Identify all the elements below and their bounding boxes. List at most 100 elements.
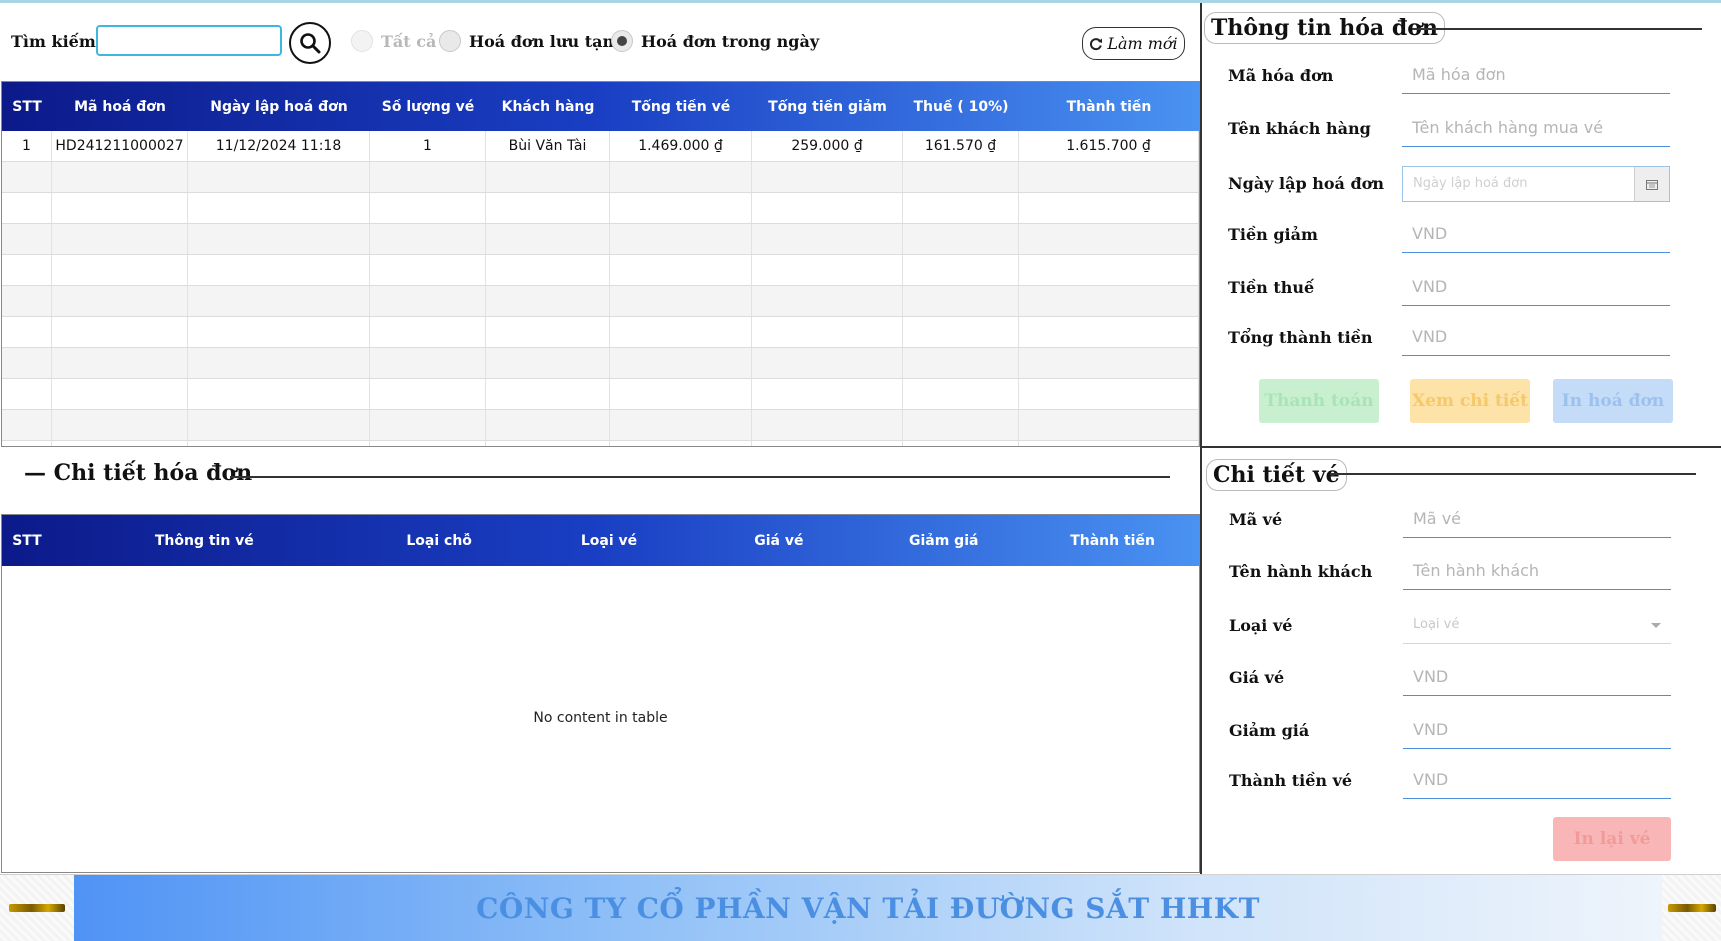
invoice-date-picker[interactable]: Ngày lập hoá đơn	[1402, 166, 1670, 202]
ticket-field-input[interactable]: Tên hành khách	[1403, 554, 1671, 590]
table-cell	[752, 193, 903, 223]
column-header[interactable]: Mã hoá đơn	[52, 99, 188, 115]
column-header[interactable]: Ngày lập hoá đơn	[188, 99, 370, 115]
table-cell	[2, 348, 52, 378]
table-cell	[52, 286, 188, 316]
table-row[interactable]	[2, 379, 1199, 410]
ticket-type-select[interactable]: Loại vé	[1403, 608, 1671, 644]
column-header[interactable]: Thành tiền	[1019, 99, 1199, 115]
table-row[interactable]	[2, 193, 1199, 224]
table-cell	[752, 441, 903, 446]
table-cell	[486, 162, 610, 192]
table-cell: 1.469.000 ₫	[610, 131, 752, 161]
radio-all-indicator	[351, 30, 373, 52]
table-row[interactable]	[2, 224, 1199, 255]
view-detail-button[interactable]: Xem chi tiết	[1410, 379, 1530, 423]
invoice-field-input[interactable]: Tên khách hàng mua vé	[1402, 111, 1670, 147]
radio-today-label: Hoá đơn trong ngày	[641, 31, 820, 51]
table-row[interactable]	[2, 255, 1199, 286]
table-row[interactable]	[2, 317, 1199, 348]
reprint-ticket-button[interactable]: In lại vé	[1553, 817, 1671, 861]
table-cell	[903, 255, 1019, 285]
table-cell	[486, 348, 610, 378]
invoice-table-header: STT Mã hoá đơn Ngày lập hoá đơn Số lượng vé…	[2, 82, 1199, 131]
table-cell	[610, 286, 752, 316]
invoice-field-label: Tên khách hàng	[1228, 119, 1371, 138]
table-cell	[1019, 286, 1199, 316]
table-cell	[610, 317, 752, 347]
column-header[interactable]: Tổng tiền vé	[610, 99, 752, 115]
table-cell	[752, 379, 903, 409]
radio-today-invoices[interactable]: Hoá đơn trong ngày	[611, 30, 819, 52]
table-cell	[486, 286, 610, 316]
table-row[interactable]: 1 HD241211000027 11/12/2024 11:18 1 Bùi Văn …	[2, 131, 1199, 162]
invoice-info-rule	[1412, 28, 1702, 30]
table-row[interactable]	[2, 286, 1199, 317]
ticket-field-input[interactable]: VND	[1403, 713, 1671, 749]
table-cell	[752, 317, 903, 347]
table-cell	[903, 286, 1019, 316]
ticket-field-label: Giảm giá	[1229, 721, 1310, 740]
column-header[interactable]: STT	[2, 533, 52, 549]
table-row[interactable]	[2, 410, 1199, 441]
column-header[interactable]: Loại vé	[522, 533, 697, 549]
table-cell	[1019, 255, 1199, 285]
column-header[interactable]: Thông tin vé	[52, 533, 357, 549]
invoice-field-input[interactable]: Mã hóa đơn	[1402, 58, 1670, 94]
table-cell	[610, 193, 752, 223]
footer-banner: CÔNG TY CỔ PHẦN VẬN TẢI ĐƯỜNG SẮT HHKT	[0, 874, 1721, 941]
table-cell: 1.615.700 ₫	[1019, 131, 1199, 161]
column-header[interactable]: Số lượng vé	[370, 99, 486, 115]
table-cell	[370, 317, 486, 347]
table-cell	[188, 162, 370, 192]
search-icon	[300, 33, 321, 54]
column-header[interactable]: Giảm giá	[861, 533, 1026, 549]
table-cell	[188, 410, 370, 440]
table-cell	[610, 224, 752, 254]
column-header[interactable]: Khách hàng	[486, 99, 610, 115]
calendar-icon[interactable]	[1634, 167, 1669, 201]
invoice-field-label: Tổng thành tiền	[1228, 328, 1373, 347]
radio-temp-indicator	[439, 30, 461, 52]
table-row[interactable]	[2, 162, 1199, 193]
refresh-icon	[1090, 37, 1103, 50]
table-cell	[188, 255, 370, 285]
invoice-field-input[interactable]: VND	[1402, 270, 1670, 306]
table-cell	[610, 255, 752, 285]
column-header[interactable]: Thành tiền	[1026, 533, 1199, 549]
table-cell	[486, 410, 610, 440]
table-cell	[903, 162, 1019, 192]
invoice-field-input[interactable]: VND	[1402, 217, 1670, 253]
invoice-table-body: 1 HD241211000027 11/12/2024 11:18 1 Bùi Văn …	[2, 131, 1199, 446]
column-header[interactable]: Loại chỗ	[357, 533, 522, 549]
table-cell	[752, 348, 903, 378]
table-cell	[486, 255, 610, 285]
table-cell	[752, 255, 903, 285]
table-row[interactable]	[2, 441, 1199, 446]
search-input[interactable]	[96, 25, 282, 56]
table-row[interactable]	[2, 348, 1199, 379]
invoice-table[interactable]: STT Mã hoá đơn Ngày lập hoá đơn Số lượng vé…	[1, 81, 1200, 447]
column-header[interactable]: STT	[2, 99, 52, 115]
table-cell	[2, 224, 52, 254]
table-cell: 1	[370, 131, 486, 161]
ticket-field-input[interactable]: Mã vé	[1403, 502, 1671, 538]
table-cell: 161.570 ₫	[903, 131, 1019, 161]
column-header[interactable]: Tổng tiền giảm	[752, 99, 903, 115]
pay-button[interactable]: Thanh toán	[1259, 379, 1379, 423]
invoice-field-input[interactable]: VND	[1402, 320, 1670, 356]
search-button[interactable]	[289, 22, 331, 64]
print-invoice-button[interactable]: In hoá đơn	[1553, 379, 1673, 423]
invoice-detail-table[interactable]: STT Thông tin vé Loại chỗ Loại vé Giá vé Giảm…	[1, 514, 1200, 873]
ticket-field-input[interactable]: VND	[1403, 660, 1671, 696]
table-cell	[188, 317, 370, 347]
column-header[interactable]: Thuế ( 10%)	[903, 99, 1019, 115]
ticket-field-input[interactable]: VND	[1403, 763, 1671, 799]
table-cell	[1019, 193, 1199, 223]
column-header[interactable]: Giá vé	[696, 533, 861, 549]
table-cell	[370, 193, 486, 223]
radio-temp-invoices[interactable]: Hoá đơn lưu tạm	[439, 30, 619, 52]
invoice-field-label: Tiền thuế	[1228, 278, 1315, 297]
select-placeholder: Loại vé	[1413, 617, 1460, 632]
refresh-button[interactable]: Làm mới	[1082, 27, 1185, 60]
